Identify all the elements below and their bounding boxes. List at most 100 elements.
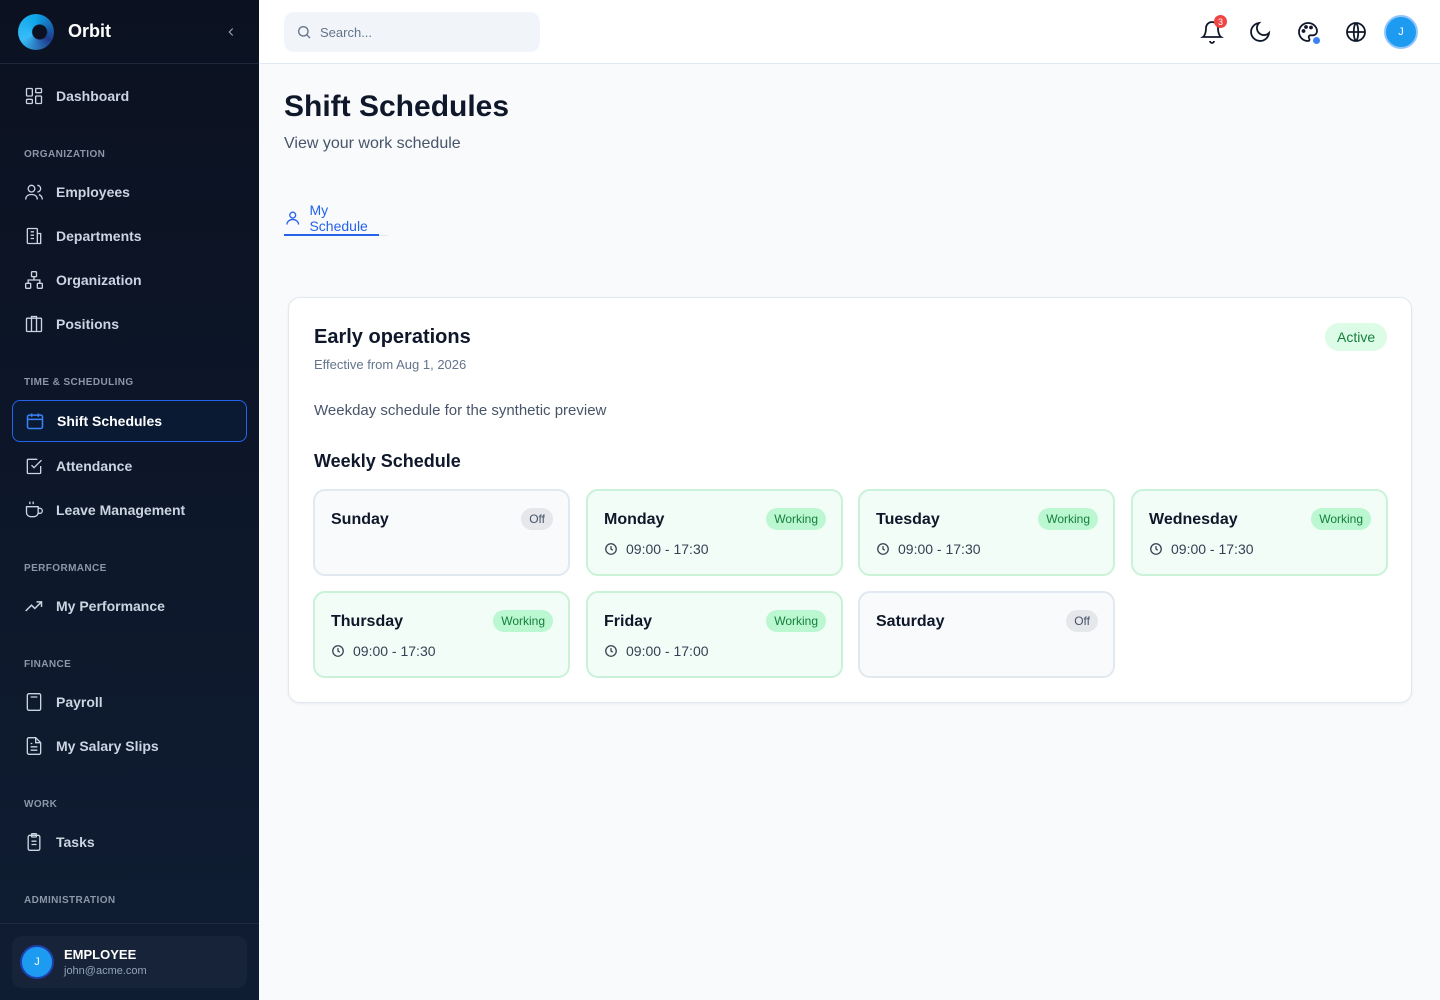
shift-time-text: 09:00 - 17:00: [626, 643, 709, 659]
shift-time: 09:00 - 17:30: [331, 643, 436, 659]
app-name: Orbit: [68, 21, 111, 41]
day-card-thursday: Thursday Working 09:00 - 17:30: [313, 591, 570, 678]
sidebar-item-attendance[interactable]: Attendance: [12, 446, 247, 486]
day-card-saturday: Saturday Off: [858, 591, 1115, 678]
brand: Orbit: [0, 0, 259, 64]
user-email: john@acme.com: [64, 965, 147, 977]
trending-up-icon: [25, 601, 43, 612]
tab-label: My Schedule: [309, 201, 368, 234]
sidebar-item-label: Attendance: [56, 458, 133, 474]
section-organization: ORGANIZATION: [24, 149, 106, 160]
check-square-icon: [26, 458, 42, 475]
language-button[interactable]: [1344, 20, 1368, 44]
sidebar-item-employees[interactable]: Employees: [12, 172, 247, 212]
day-name: Saturday: [876, 613, 945, 630]
sidebar-item-organization[interactable]: Organization: [12, 260, 247, 300]
calculator-icon: [26, 693, 42, 711]
user-role: EMPLOYEE: [64, 947, 137, 962]
shift-time-text: 09:00 - 17:30: [353, 643, 436, 659]
dashboard-icon: [25, 87, 43, 105]
status-badge: Active: [1325, 323, 1388, 351]
globe-icon: [1346, 22, 1366, 42]
sidebar-item-label: Leave Management: [56, 502, 186, 518]
day-status-badge: Working: [1038, 508, 1098, 530]
day-status-badge: Working: [1311, 508, 1371, 530]
notifications-button[interactable]: 3: [1200, 15, 1227, 44]
day-name: Sunday: [331, 511, 389, 528]
sidebar-item-label: Organization: [56, 272, 142, 288]
day-name: Wednesday: [1149, 511, 1238, 528]
sidebar-item-shift-schedules[interactable]: Shift Schedules: [12, 400, 247, 442]
user-avatar-button[interactable]: J: [1384, 15, 1418, 49]
sidebar-item-departments[interactable]: Departments: [12, 216, 247, 256]
page-title: Shift Schedules: [284, 90, 510, 123]
weekly-schedule-heading: Weekly Schedule: [314, 451, 461, 471]
search-input[interactable]: [320, 24, 520, 40]
day-card-tuesday: Tuesday Working 09:00 - 17:30: [858, 489, 1115, 576]
orbit-logo: [18, 13, 54, 50]
sidebar-item-my-performance[interactable]: My Performance: [12, 586, 247, 626]
sidebar-item-payroll[interactable]: Payroll: [12, 682, 247, 722]
schedule-name: Early operations: [314, 326, 471, 348]
shift-time: 09:00 - 17:30: [876, 541, 981, 557]
shift-time-text: 09:00 - 17:30: [898, 541, 981, 557]
day-status-badge: Working: [766, 610, 826, 632]
color-palette-button[interactable]: [1296, 20, 1320, 44]
sidebar-item-label: Positions: [56, 316, 120, 332]
sidebar-item-leave-management[interactable]: Leave Management: [12, 490, 247, 530]
sidebar-item-positions[interactable]: Positions: [12, 304, 247, 344]
day-card-monday: Monday Working 09:00 - 17:30: [586, 489, 843, 576]
section-time-scheduling: TIME & SCHEDULING: [24, 377, 134, 388]
clock-icon: [605, 645, 617, 657]
clock-icon: [332, 645, 344, 657]
clock-icon: [1150, 543, 1162, 555]
coffee-icon: [25, 501, 43, 518]
day-card-wednesday: Wednesday Working 09:00 - 17:30: [1131, 489, 1388, 576]
day-status-badge: Off: [521, 508, 553, 530]
divider: [0, 923, 259, 924]
section-administration: ADMINISTRATION: [24, 895, 116, 906]
clipboard-icon: [27, 833, 41, 851]
clock-icon: [605, 543, 617, 555]
schedule-card: Early operations Effective from Aug 1, 2…: [288, 297, 1412, 703]
sidebar-item-label: Shift Schedules: [57, 413, 163, 429]
sidebar-item-dashboard[interactable]: Dashboard: [12, 76, 247, 116]
sidebar-item-label: My Performance: [56, 598, 165, 614]
search-box[interactable]: [284, 12, 540, 52]
users-icon: [25, 184, 43, 200]
shift-time-text: 09:00 - 17:30: [626, 541, 709, 557]
collapse-sidebar-button[interactable]: [221, 22, 241, 42]
day-name: Thursday: [331, 613, 404, 630]
user-icon: [286, 211, 300, 225]
section-finance: FINANCE: [24, 659, 72, 670]
chevron-left-icon: [228, 27, 234, 36]
shift-time: 09:00 - 17:30: [1149, 541, 1254, 557]
shift-time: 09:00 - 17:30: [604, 541, 709, 557]
day-status-badge: Working: [493, 610, 553, 632]
sidebar-item-label: Departments: [56, 228, 142, 244]
file-text-icon: [26, 737, 42, 755]
theme-toggle-button[interactable]: [1248, 20, 1272, 44]
user-profile-card[interactable]: J EMPLOYEE john@acme.com: [12, 936, 247, 988]
clock-icon: [877, 543, 889, 555]
active-tab-indicator: [284, 234, 379, 236]
shift-time: 09:00 - 17:00: [604, 643, 709, 659]
schedule-effective-date: Effective from Aug 1, 2026: [314, 357, 467, 372]
day-name: Friday: [604, 613, 653, 630]
schedule-description: Weekday schedule for the synthetic previ…: [314, 402, 607, 419]
sidebar-item-label: Tasks: [56, 834, 95, 850]
shift-time-text: 09:00 - 17:30: [1171, 541, 1254, 557]
day-status-badge: Working: [766, 508, 826, 530]
sidebar-item-label: Employees: [56, 184, 130, 200]
day-card-friday: Friday Working 09:00 - 17:00: [586, 591, 843, 678]
avatar: J: [20, 945, 54, 979]
sidebar: Orbit Dashboard ORGANIZATION Employees D…: [0, 0, 259, 1000]
building-icon: [26, 227, 42, 245]
moon-icon: [1250, 21, 1271, 42]
sidebar-item-tasks[interactable]: Tasks: [12, 822, 247, 862]
day-card-sunday: Sunday Off: [313, 489, 570, 576]
sidebar-item-my-salary-slips[interactable]: My Salary Slips: [12, 726, 247, 766]
tab-my-schedule[interactable]: My Schedule: [284, 200, 388, 236]
sidebar-item-label: Payroll: [56, 694, 103, 710]
sidebar-item-label: My Salary Slips: [56, 738, 159, 754]
